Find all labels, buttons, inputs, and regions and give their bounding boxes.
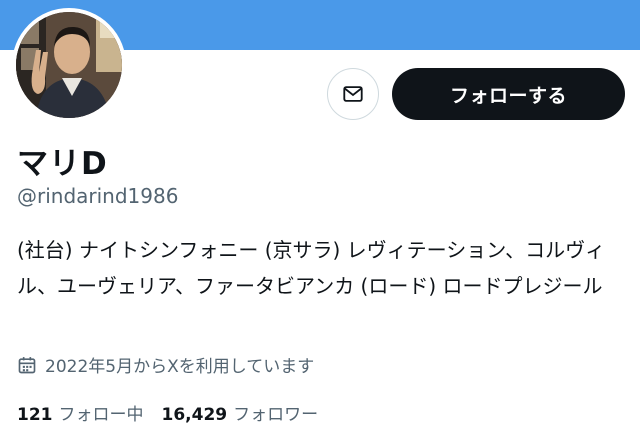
following-label: フォロー中 (58, 405, 144, 425)
message-button[interactable] (327, 68, 379, 120)
display-name: マリD (17, 146, 108, 182)
envelope-icon (343, 86, 363, 102)
joined-date: 2022年5月からXを利用しています (17, 352, 314, 377)
followers-count: 16,429 (161, 405, 228, 425)
following-count: 121 (17, 405, 53, 425)
profile-stats: 121 フォロー中 16,429 フォロワー (17, 400, 336, 425)
follow-button[interactable]: フォローする (392, 68, 625, 120)
joined-text: 2022年5月からXを利用しています (45, 357, 315, 377)
followers-label: フォロワー (233, 405, 319, 425)
bio: (社台) ナイトシンフォニー (京サラ) レヴィテーション、コルヴィル、ユーヴェ… (17, 238, 606, 298)
followers-link[interactable]: 16,429 フォロワー (162, 400, 319, 425)
following-link[interactable]: 121 フォロー中 (17, 400, 144, 425)
avatar-photo (16, 12, 122, 118)
avatar[interactable] (12, 8, 126, 122)
calendar-icon (17, 355, 37, 375)
handle: @rindarind1986 (17, 184, 179, 208)
